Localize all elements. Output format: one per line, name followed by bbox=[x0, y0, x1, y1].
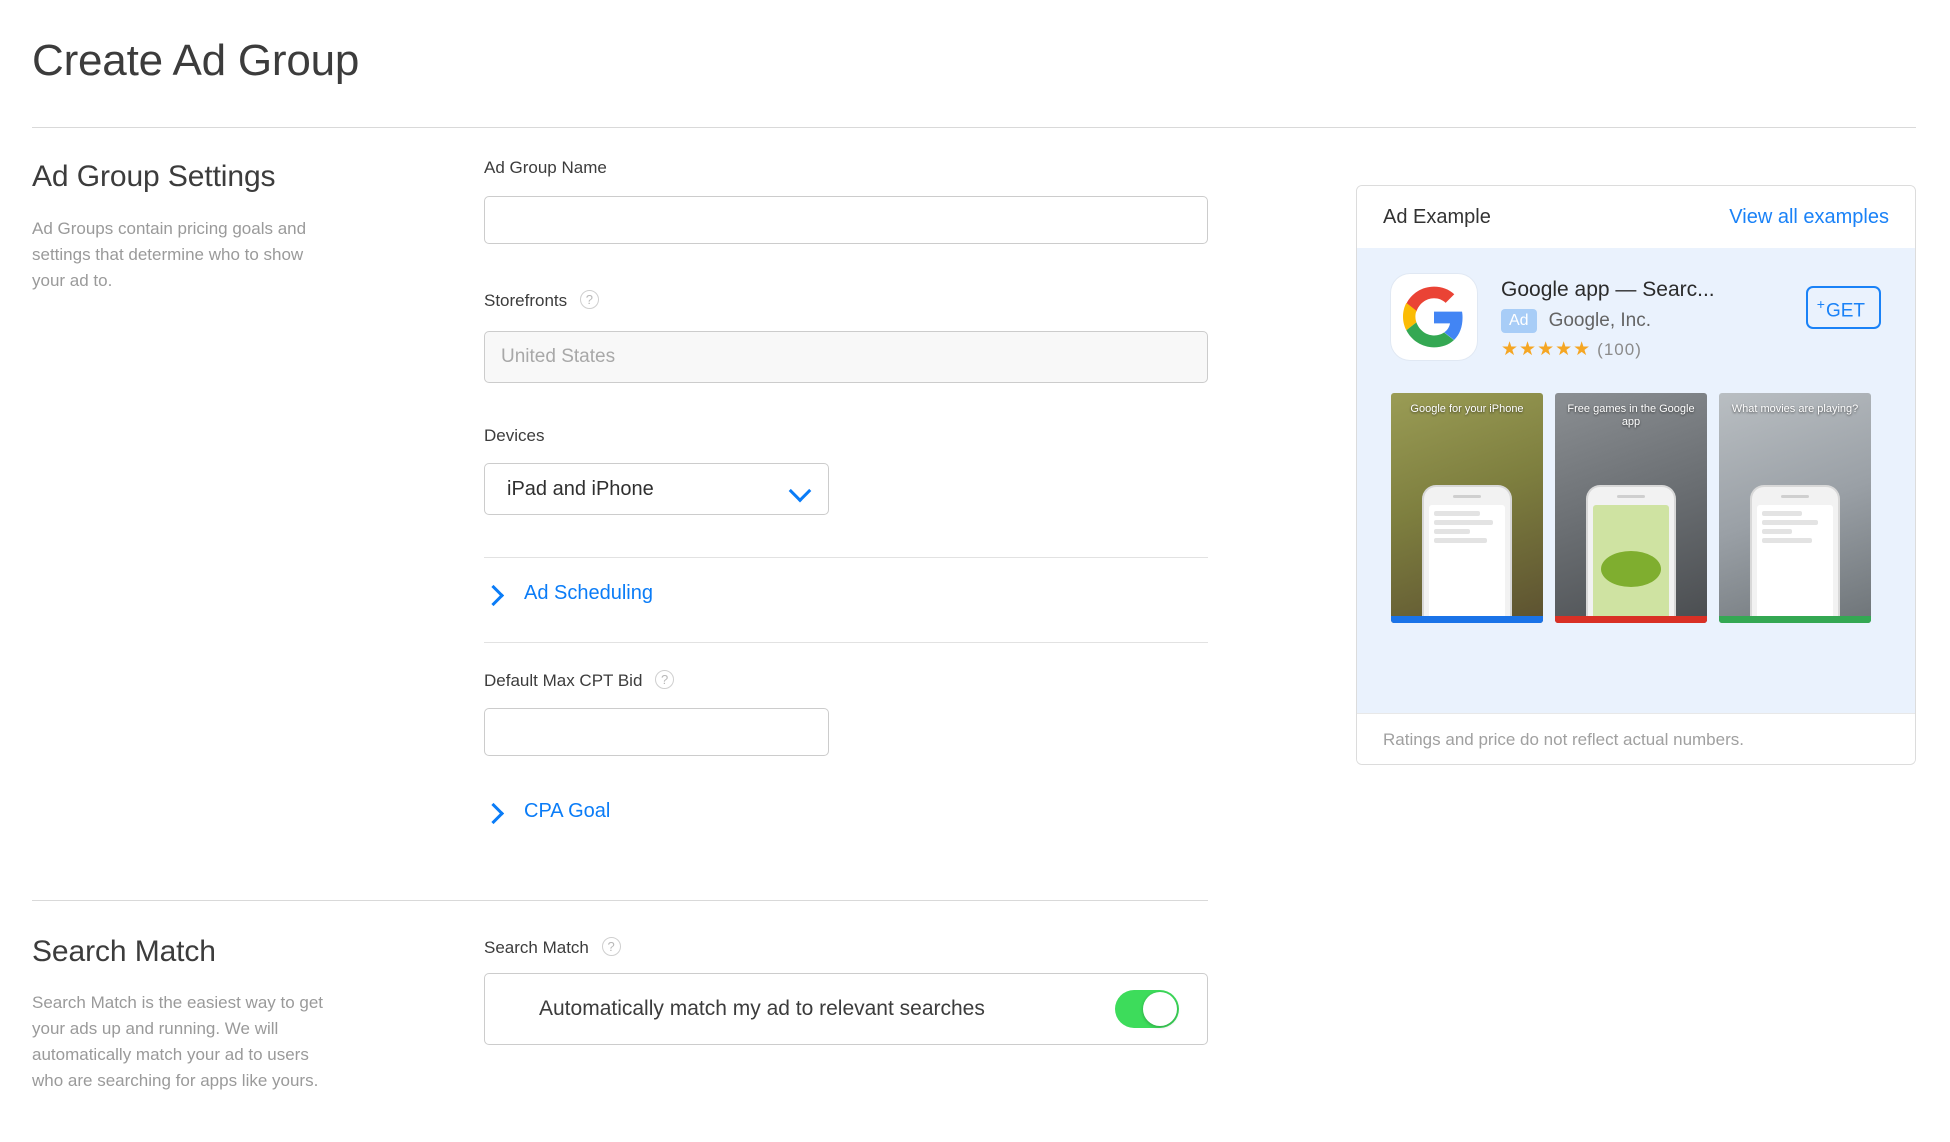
ad-badge: Ad bbox=[1501, 309, 1537, 333]
google-g-icon bbox=[1391, 274, 1477, 360]
default-max-cpt-bid-label: Default Max CPT Bid ? bbox=[484, 670, 674, 691]
ad-example-body: Google app — Searc... Ad Google, Inc. ★★… bbox=[1357, 248, 1915, 713]
devices-label-text: Devices bbox=[484, 426, 544, 445]
default-max-cpt-bid-input[interactable] bbox=[484, 708, 829, 756]
chevron-right-icon bbox=[484, 585, 502, 603]
view-all-examples-link[interactable]: View all examples bbox=[1729, 206, 1889, 229]
ad-scheduling-label: Ad Scheduling bbox=[524, 582, 653, 605]
ad-example-card: Ad Example View all examples Google app … bbox=[1356, 185, 1916, 765]
screenshot-strip bbox=[1555, 616, 1707, 623]
page-title: Create Ad Group bbox=[32, 37, 359, 85]
devices-label: Devices bbox=[484, 426, 544, 446]
search-match-toggle-row: Automatically match my ad to relevant se… bbox=[484, 973, 1208, 1045]
toggle-knob bbox=[1143, 992, 1177, 1026]
ad-scheduling-disclosure[interactable]: Ad Scheduling bbox=[484, 582, 653, 605]
devices-select-value: iPad and iPhone bbox=[507, 478, 654, 501]
create-ad-group-page: Create Ad Group Ad Group Settings Ad Gro… bbox=[0, 0, 1950, 1142]
phone-mockup bbox=[1588, 487, 1674, 623]
ad-example-rating: ★★★★★ (100) bbox=[1501, 338, 1806, 361]
question-mark-icon[interactable]: ? bbox=[655, 670, 674, 689]
cpa-goal-disclosure[interactable]: CPA Goal bbox=[484, 800, 610, 823]
search-match-label: Search Match ? bbox=[484, 937, 621, 958]
ad-example-header: Ad Example View all examples bbox=[1357, 186, 1915, 248]
phone-mockup bbox=[1424, 487, 1510, 623]
section-heading-search-match: Search Match bbox=[32, 935, 216, 969]
phone-screen bbox=[1593, 505, 1669, 623]
star-rating-icon: ★★★★★ bbox=[1501, 339, 1591, 360]
get-button-label: GET bbox=[1826, 300, 1865, 321]
chevron-right-icon bbox=[484, 803, 502, 821]
screenshot-caption: Google for your iPhone bbox=[1391, 403, 1543, 416]
ad-example-app-row: Google app — Searc... Ad Google, Inc. ★★… bbox=[1391, 274, 1881, 361]
ad-group-name-label: Ad Group Name bbox=[484, 158, 607, 178]
screenshot-caption: Free games in the Google app bbox=[1555, 403, 1707, 429]
screenshot-thumbnail[interactable]: Google for your iPhone bbox=[1391, 393, 1543, 623]
default-max-cpt-bid-label-text: Default Max CPT Bid bbox=[484, 671, 642, 690]
search-match-toggle[interactable] bbox=[1115, 990, 1179, 1028]
ad-example-app-name: Google app — Searc... bbox=[1501, 277, 1806, 303]
storefronts-input[interactable] bbox=[484, 331, 1208, 383]
phone-screen bbox=[1757, 505, 1833, 623]
storefronts-label: Storefronts ? bbox=[484, 290, 599, 311]
section-description-search-match: Search Match is the easiest way to get y… bbox=[32, 990, 332, 1094]
ad-example-title: Ad Example bbox=[1383, 206, 1491, 229]
ad-group-name-input[interactable] bbox=[484, 196, 1208, 244]
phone-notch bbox=[1617, 495, 1645, 498]
cpa-goal-label: CPA Goal bbox=[524, 800, 610, 823]
section-description-ad-group-settings: Ad Groups contain pricing goals and sett… bbox=[32, 216, 332, 294]
ad-example-rating-count: (100) bbox=[1597, 340, 1642, 359]
divider-above-ad-scheduling bbox=[484, 557, 1208, 558]
storefronts-label-text: Storefronts bbox=[484, 291, 567, 310]
ad-group-name-label-text: Ad Group Name bbox=[484, 158, 607, 177]
ad-example-developer: Google, Inc. bbox=[1549, 310, 1651, 332]
get-button[interactable]: +GET bbox=[1806, 286, 1881, 329]
get-button-prefix: + bbox=[1817, 296, 1825, 312]
ad-example-footer: Ratings and price do not reflect actual … bbox=[1357, 713, 1915, 765]
search-match-label-text: Search Match bbox=[484, 938, 589, 957]
screenshot-thumbnail[interactable]: What movies are playing? bbox=[1719, 393, 1871, 623]
question-mark-icon[interactable]: ? bbox=[580, 290, 599, 309]
section-divider bbox=[32, 900, 1208, 901]
screenshot-strip bbox=[1719, 616, 1871, 623]
phone-mockup bbox=[1752, 487, 1838, 623]
section-heading-ad-group-settings: Ad Group Settings bbox=[32, 160, 275, 194]
ad-example-screenshots: Google for your iPhone Free games in the… bbox=[1391, 393, 1881, 623]
phone-notch bbox=[1781, 495, 1809, 498]
phone-notch bbox=[1453, 495, 1481, 498]
devices-select[interactable]: iPad and iPhone bbox=[484, 463, 829, 515]
ad-example-app-sub: Ad Google, Inc. bbox=[1501, 309, 1806, 333]
divider-below-ad-scheduling bbox=[484, 642, 1208, 643]
question-mark-icon[interactable]: ? bbox=[602, 937, 621, 956]
ad-example-footer-note: Ratings and price do not reflect actual … bbox=[1383, 730, 1744, 750]
screenshot-strip bbox=[1391, 616, 1543, 623]
chevron-down-icon bbox=[790, 483, 810, 495]
header-divider bbox=[32, 127, 1916, 128]
screenshot-caption: What movies are playing? bbox=[1719, 403, 1871, 416]
ad-example-app-meta: Google app — Searc... Ad Google, Inc. ★★… bbox=[1501, 274, 1806, 361]
phone-screen bbox=[1429, 505, 1505, 623]
search-match-toggle-text: Automatically match my ad to relevant se… bbox=[539, 997, 985, 1021]
screenshot-thumbnail[interactable]: Free games in the Google app bbox=[1555, 393, 1707, 623]
